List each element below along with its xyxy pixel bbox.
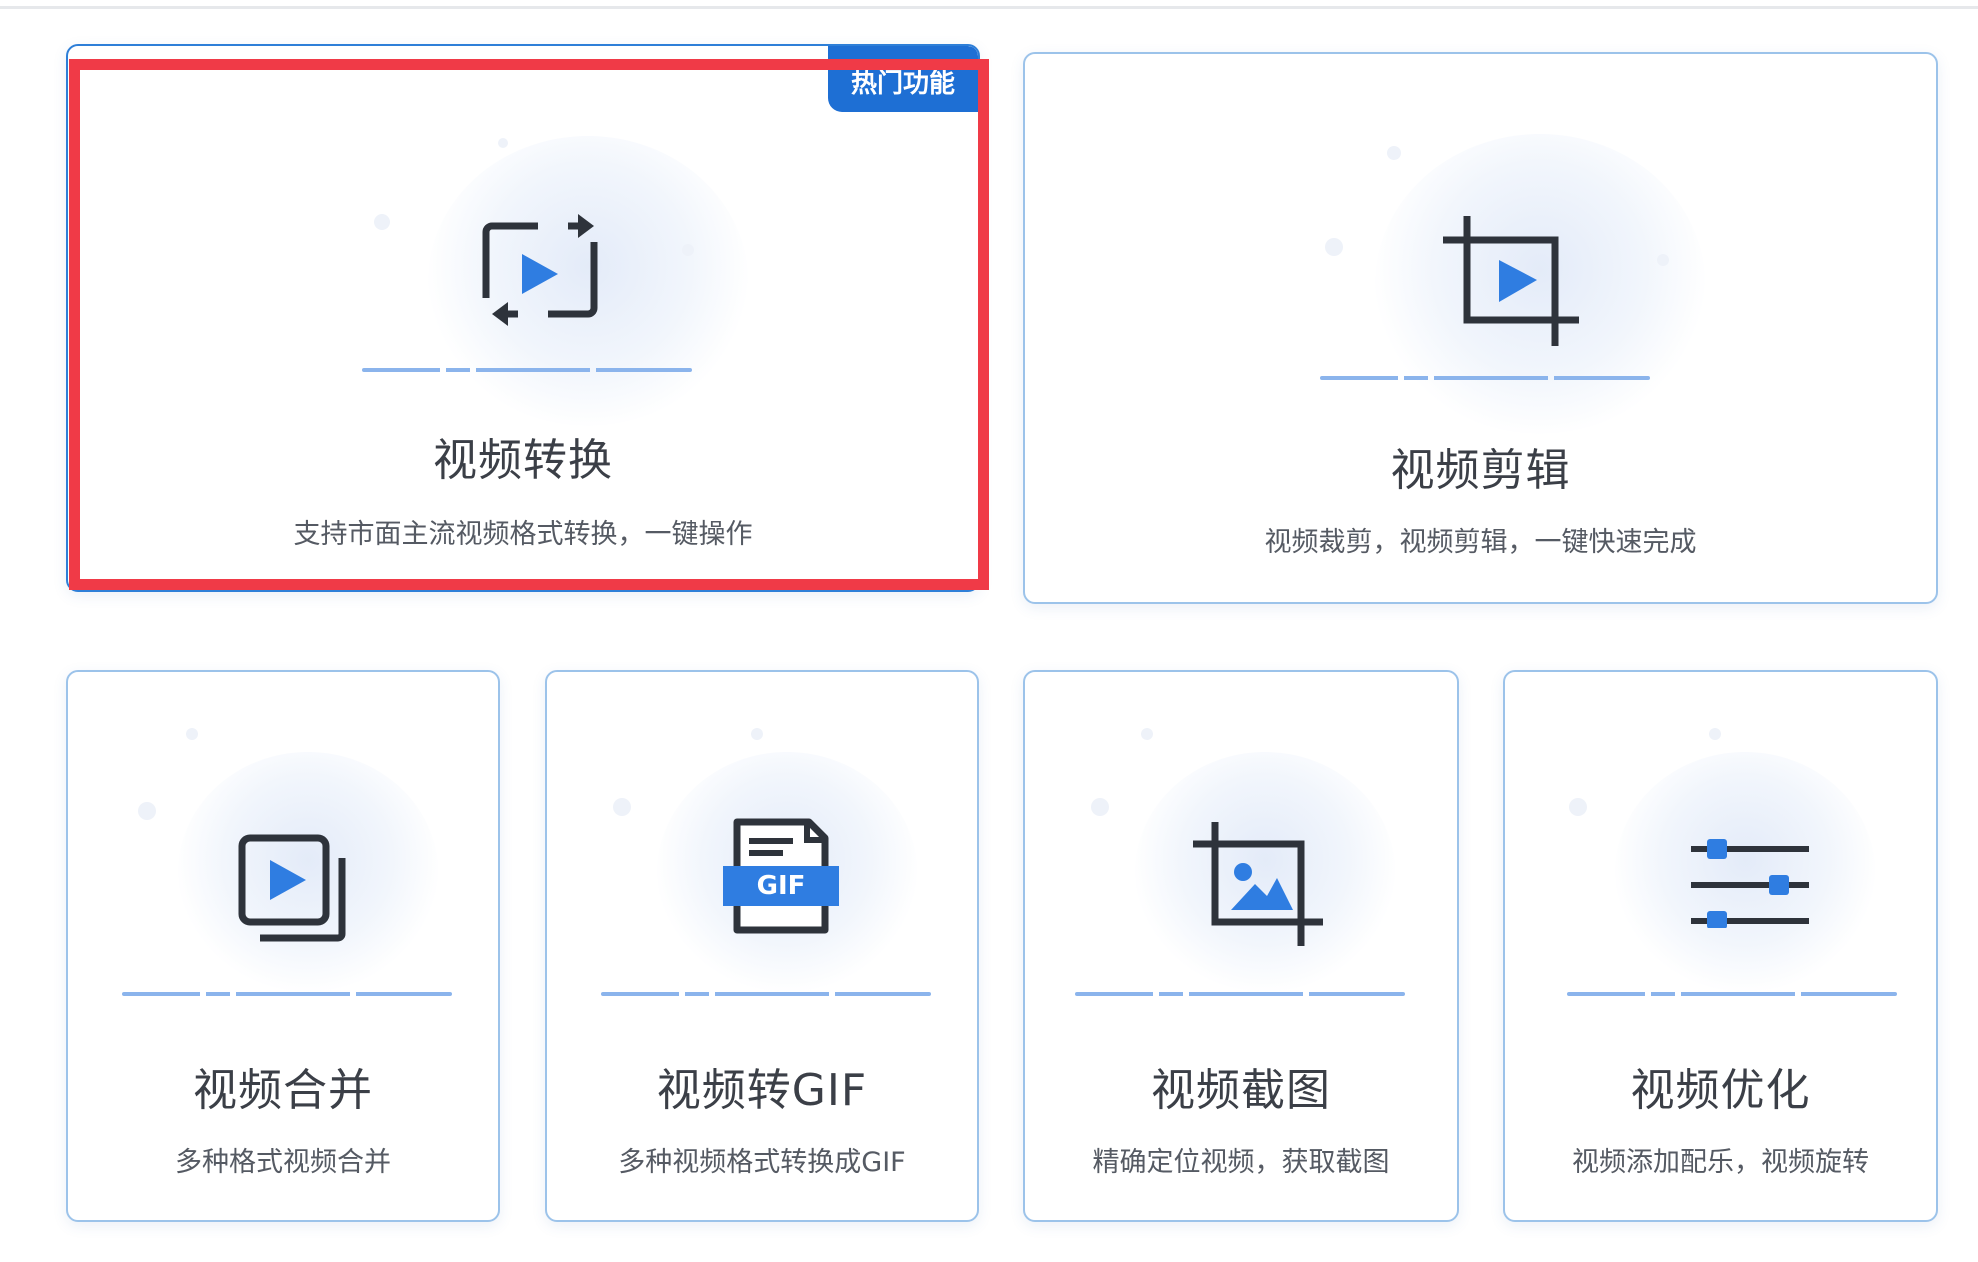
card-description: 多种格式视频合并 <box>175 1147 391 1178</box>
decor-dot <box>751 728 763 740</box>
decor-dot <box>1141 728 1153 740</box>
decor-dot <box>1091 798 1109 816</box>
decor-dot <box>138 802 156 820</box>
card-description: 支持市面主流视频格式转换，一键操作 <box>293 519 753 550</box>
decor-dash-line <box>1567 992 1897 996</box>
decor-dot <box>498 138 508 148</box>
sliders-icon <box>1691 839 1809 928</box>
screenshot-icon <box>1193 822 1323 946</box>
hot-feature-badge: 热门功能 <box>828 46 978 112</box>
card-video-to-gif[interactable]: GIF 视频转GIF 多种视频格式转换成GIF <box>545 670 979 1222</box>
decor-dot <box>682 244 694 256</box>
decor-dot <box>1325 238 1343 256</box>
card-video-optimize[interactable]: 视频优化 视频添加配乐，视频旋转 <box>1503 670 1938 1222</box>
card-description: 精确定位视频，获取截图 <box>1092 1147 1390 1178</box>
card-title: 视频优化 <box>1630 1065 1811 1116</box>
decor-dot <box>1657 254 1669 266</box>
card-video-merge[interactable]: 视频合并 多种格式视频合并 <box>66 670 500 1222</box>
decor-dash-line <box>1320 376 1650 380</box>
card-video-convert[interactable]: 视频转换 支持市面主流视频格式转换，一键操作 热门功能 <box>66 44 980 592</box>
card-description: 多种视频格式转换成GIF <box>618 1147 906 1178</box>
card-title: 视频剪辑 <box>1390 445 1571 496</box>
decor-dot <box>186 728 198 740</box>
card-description: 视频裁剪，视频剪辑，一键快速完成 <box>1264 527 1697 558</box>
decor-dash-line <box>1075 992 1405 996</box>
merge-video-icon <box>238 834 346 942</box>
decor-dash-line <box>122 992 452 996</box>
card-video-screenshot[interactable]: 视频截图 精确定位视频，获取截图 <box>1023 670 1459 1222</box>
crop-video-icon <box>1443 216 1579 346</box>
card-title: 视频截图 <box>1151 1065 1331 1116</box>
decor-dot <box>1569 798 1587 816</box>
card-description: 视频添加配乐，视频旋转 <box>1572 1147 1869 1178</box>
decor-dash-line <box>601 992 931 996</box>
decor-dot <box>1709 728 1721 740</box>
top-divider <box>0 6 1978 9</box>
decor-dot <box>374 214 390 230</box>
decor-dot <box>613 798 631 816</box>
decor-dot <box>1387 146 1401 160</box>
card-title: 视频转GIF <box>656 1065 868 1116</box>
convert-video-icon <box>482 214 598 326</box>
card-title: 视频合并 <box>193 1065 373 1116</box>
card-video-edit[interactable]: 视频剪辑 视频裁剪，视频剪辑，一键快速完成 <box>1023 52 1938 604</box>
decor-dash-line <box>362 368 692 372</box>
gif-icon-label: GIF <box>756 871 806 901</box>
card-title: 视频转换 <box>433 435 613 486</box>
